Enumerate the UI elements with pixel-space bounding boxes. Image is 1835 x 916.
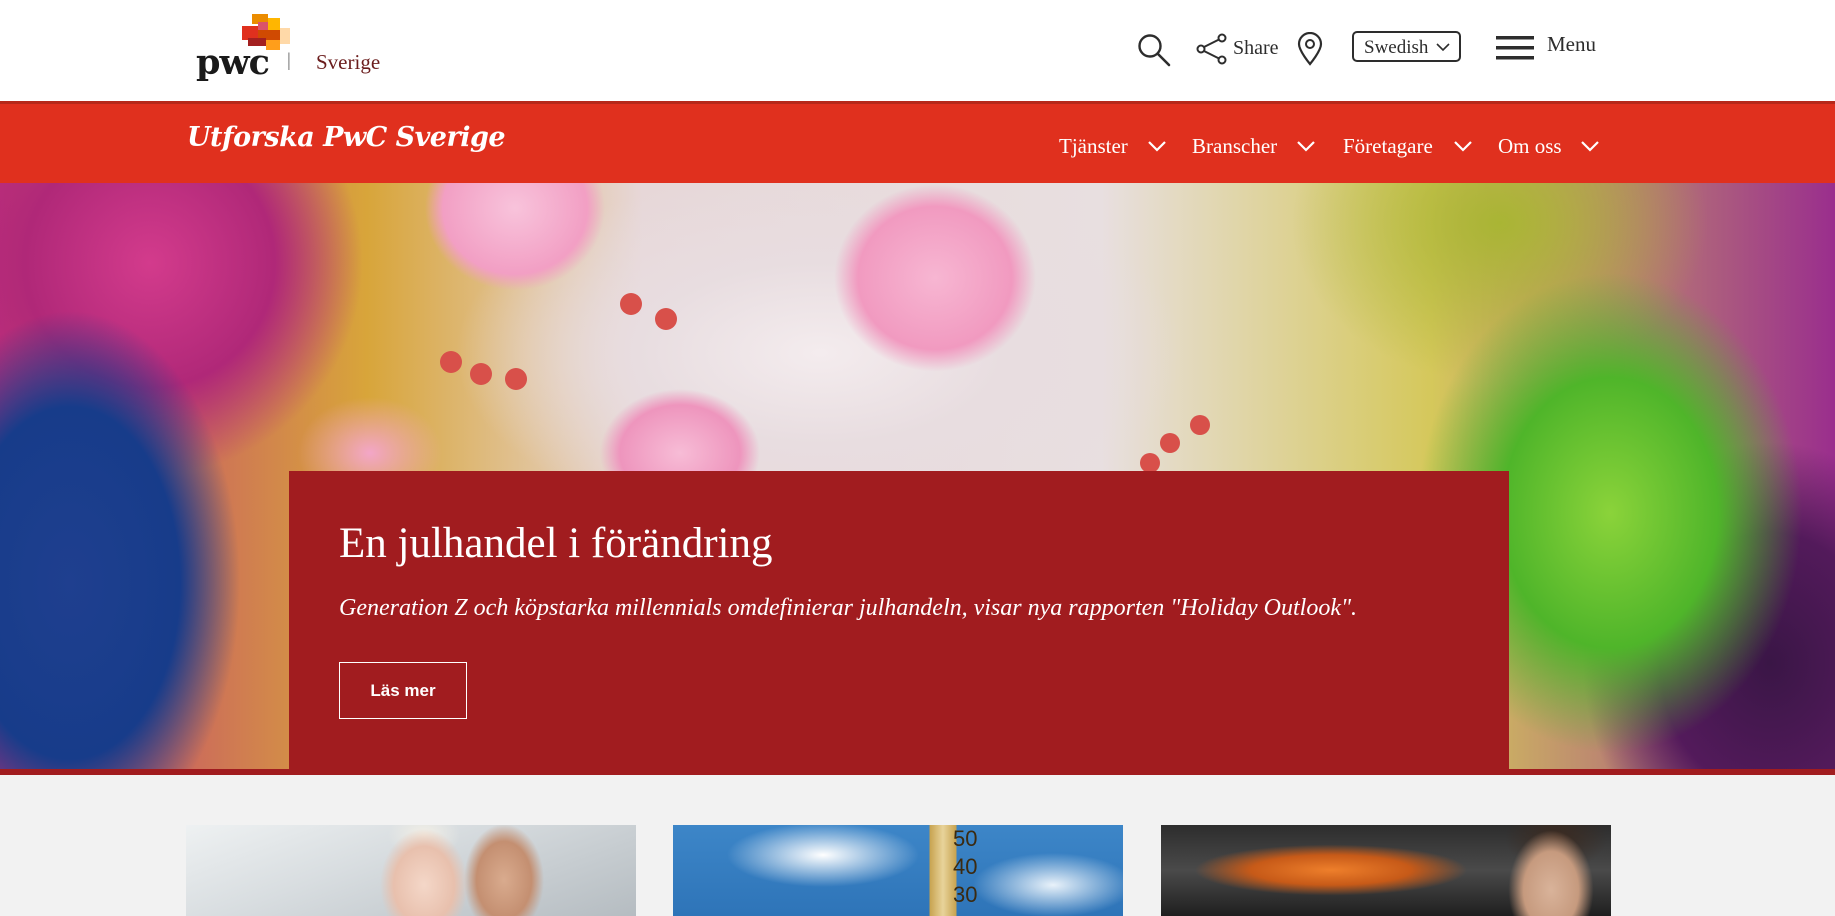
nav-item-label: Branscher <box>1192 134 1278 158</box>
hamburger-menu-icon <box>1496 36 1534 60</box>
ornament-bead <box>1140 453 1160 473</box>
region-label[interactable]: Sverige <box>316 50 380 75</box>
chevron-down-icon <box>1297 141 1315 152</box>
hero-headline: En julhandel i förändring <box>339 520 773 567</box>
card-image-engineer[interactable] <box>1161 825 1611 916</box>
nav-item-label: Tjänster <box>1059 134 1128 158</box>
language-select[interactable]: Swedish <box>1352 31 1461 62</box>
thermometer-scale: 50 40 30 <box>953 825 977 909</box>
chevron-down-icon <box>1148 141 1166 152</box>
ornament-bead <box>470 363 492 385</box>
chevron-down-icon <box>1581 141 1599 152</box>
nav-item-branscher[interactable]: Branscher <box>1192 134 1315 164</box>
primary-navigation: Utforska PwC Sverige Tjänster Branscher … <box>0 101 1835 183</box>
chevron-down-icon <box>1436 43 1450 52</box>
thermometer-mark: 50 <box>953 826 978 851</box>
hero-card: En julhandel i förändring Generation Z o… <box>289 471 1509 769</box>
card-image-thermometer-sky[interactable]: 50 40 30 <box>673 825 1123 916</box>
nav-item-om-oss[interactable]: Om oss <box>1498 134 1599 164</box>
ornament-bead <box>655 308 677 330</box>
share-icon <box>1196 33 1227 65</box>
nav-item-tjanster[interactable]: Tjänster <box>1059 134 1166 164</box>
ornament-bead <box>1160 433 1180 453</box>
nav-item-foretagare[interactable]: Företagare <box>1343 134 1472 164</box>
language-select-value: Swedish <box>1364 37 1429 58</box>
share-label: Share <box>1233 37 1279 59</box>
ornament-bead <box>505 368 527 390</box>
hero-banner: En julhandel i förändring Generation Z o… <box>0 183 1835 769</box>
logo-separator: | <box>287 50 291 71</box>
pwc-logo-wordmark: pwc <box>196 42 270 83</box>
site-header: pwc | Sverige Share Swedish Menu <box>0 0 1835 101</box>
ornament-bead <box>1190 415 1210 435</box>
nav-item-label: Företagare <box>1343 134 1433 158</box>
location-pin-icon[interactable] <box>1297 32 1323 66</box>
read-more-button[interactable]: Läs mer <box>339 662 467 719</box>
pwc-logo[interactable]: pwc <box>196 14 296 83</box>
chevron-down-icon <box>1454 141 1472 152</box>
thermometer-mark: 30 <box>953 882 978 907</box>
hero-subheadline: Generation Z och köpstarka millennials o… <box>339 595 1358 621</box>
explore-brand-title[interactable]: Utforska PwC Sverige <box>187 122 506 153</box>
menu-button[interactable]: Menu <box>1496 32 1606 64</box>
card-image-business-people[interactable] <box>186 825 636 916</box>
nav-item-label: Om oss <box>1498 134 1562 158</box>
ornament-bead <box>440 351 462 373</box>
ornament-bead <box>620 293 642 315</box>
menu-label: Menu <box>1547 32 1596 56</box>
teaser-cards-row: 50 40 30 <box>0 775 1835 916</box>
search-icon[interactable] <box>1137 33 1171 67</box>
thermometer-mark: 40 <box>953 854 978 879</box>
